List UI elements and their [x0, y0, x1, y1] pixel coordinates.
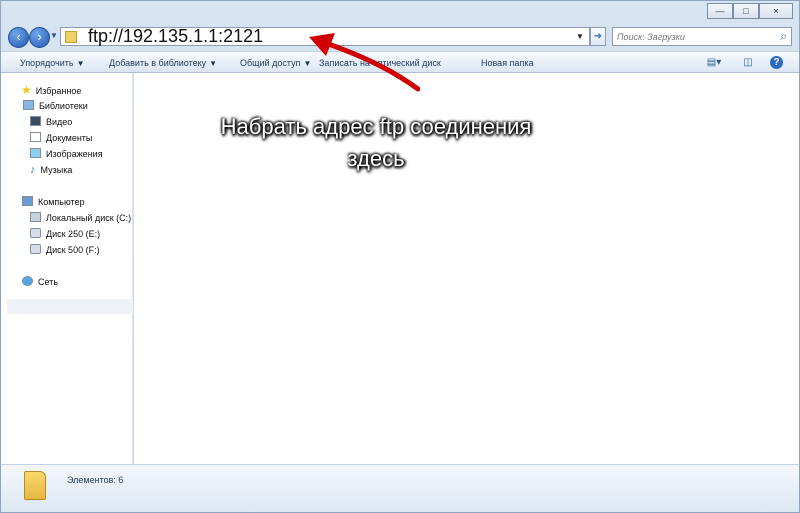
sidebar-item-favorites[interactable]: ★ Избранное: [21, 83, 81, 97]
preview-pane-icon[interactable]: ◫: [741, 56, 755, 69]
organize-label: Упорядочить: [20, 58, 74, 68]
back-button[interactable]: ‹: [8, 27, 29, 48]
network-icon: [22, 276, 33, 286]
music-icon: ♪: [30, 164, 36, 176]
sidebar-item-label: Диск 250 (E:): [46, 229, 101, 239]
share-label: Общий доступ: [240, 58, 301, 68]
sidebar-item-label: Документы: [46, 133, 93, 143]
search-icon[interactable]: ⌕: [780, 29, 787, 44]
document-icon: [30, 132, 41, 142]
drive-icon: [30, 212, 41, 222]
sidebar-item-label: Компьютер: [38, 197, 85, 207]
sidebar-item-label: Изображения: [46, 149, 103, 159]
sidebar-item-disk-e[interactable]: Диск 250 (E:): [30, 227, 100, 241]
folder-icon: [24, 471, 46, 500]
computer-icon: [22, 196, 33, 206]
share-button[interactable]: Общий доступ ▼: [240, 58, 311, 68]
sidebar-item-label: Сеть: [38, 277, 59, 287]
sidebar-item-music[interactable]: ♪ Музыка: [30, 163, 72, 177]
chevron-down-icon: ▼: [209, 59, 218, 68]
folder-icon: [65, 31, 77, 43]
sidebar-item-label: Музыка: [40, 165, 73, 175]
sidebar-item-disk-f[interactable]: Диск 500 (F:): [30, 243, 100, 257]
sidebar-item-label: Локальный диск (C:): [46, 213, 132, 223]
status-bar: [1, 464, 799, 512]
maximize-button[interactable]: □: [733, 3, 759, 19]
search-input[interactable]: [617, 28, 767, 45]
sidebar-item-computer[interactable]: Компьютер: [22, 195, 85, 209]
sidebar-item-libraries[interactable]: Библиотеки: [23, 99, 88, 113]
video-icon: [30, 116, 41, 126]
sidebar-item-network[interactable]: Сеть: [22, 275, 58, 289]
minimize-button[interactable]: —: [707, 3, 733, 19]
annotation-line-1: Набрать адрес ftp соединения: [220, 114, 532, 139]
red-arrow-icon: [309, 33, 420, 92]
sidebar-item-label: Видео: [46, 117, 73, 127]
selected-drive-highlight: [7, 299, 133, 314]
sidebar-item-label: Диск 500 (F:): [46, 245, 100, 255]
title-bar: — □ ×: [1, 1, 799, 21]
sidebar-item-label: Библиотеки: [39, 101, 88, 111]
tutorial-annotation: Набрать адрес ftp соединения здесь: [181, 111, 571, 175]
go-button[interactable]: ➜: [590, 27, 606, 46]
favorites-star-icon: ★: [21, 83, 32, 97]
sidebar-item-images[interactable]: Изображения: [30, 147, 103, 161]
sidebar-item-local-disk-c[interactable]: Локальный диск (C:): [30, 211, 131, 225]
explorer-window: — □ × ‹ › ▼ ▼ ➜ ⌕ Упорядочить▼ Добавить …: [0, 0, 800, 513]
address-dropdown-icon[interactable]: ▼: [576, 29, 586, 44]
navigation-pane: ★ Избранное Библиотеки Видео Документы Из…: [1, 73, 133, 464]
add-to-library-label: Добавить в библиотеку: [109, 58, 207, 68]
sidebar-item-documents[interactable]: Документы: [30, 131, 92, 145]
sidebar-item-video[interactable]: Видео: [30, 115, 72, 129]
new-folder-button[interactable]: Новая папка: [481, 58, 533, 68]
forward-button[interactable]: ›: [29, 27, 50, 48]
organize-button[interactable]: Упорядочить ▼: [20, 58, 84, 68]
chevron-down-icon: ▼: [76, 59, 85, 68]
close-button[interactable]: ×: [759, 3, 793, 19]
annotation-line-2: здесь: [347, 146, 405, 171]
image-icon: [30, 148, 41, 158]
drive-icon: [30, 244, 41, 254]
add-to-library-button[interactable]: Добавить в библиотеку ▼: [109, 58, 217, 68]
window-controls: — □ ×: [707, 3, 793, 19]
help-icon[interactable]: ?: [770, 56, 783, 69]
view-icon[interactable]: ▤▾: [702, 56, 726, 69]
search-box[interactable]: ⌕: [612, 27, 792, 46]
annotation-arrow-shaft: [320, 39, 420, 92]
items-count: Элементов: 6: [67, 475, 124, 485]
library-icon: [23, 100, 34, 110]
drive-icon: [30, 228, 41, 238]
recent-pages-dropdown-icon[interactable]: ▼: [50, 32, 58, 40]
sidebar-item-label: Избранное: [35, 86, 82, 96]
